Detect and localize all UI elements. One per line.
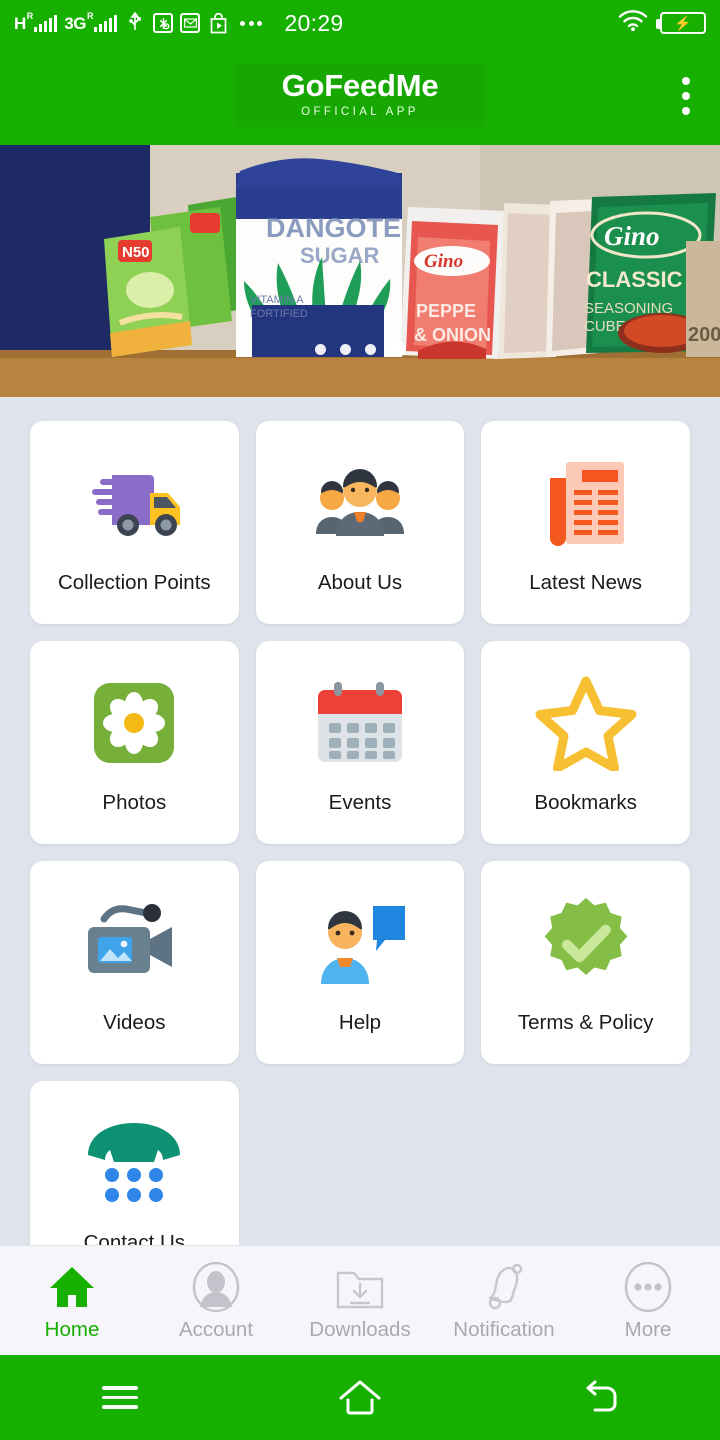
carousel-dot-1[interactable] xyxy=(314,343,326,355)
grid-tile-label: Events xyxy=(328,790,392,814)
grid-tile-about-us[interactable]: About Us xyxy=(255,421,465,624)
status-bar: HR 3G R 20:29 ⚡ xyxy=(0,0,720,46)
grid-tile-label: Collection Points xyxy=(57,570,211,594)
svg-text:Gino: Gino xyxy=(424,251,463,272)
svg-text:FORTIFIED: FORTIFIED xyxy=(250,308,308,320)
network-1-roaming: R xyxy=(26,10,34,21)
overflow-menu-icon[interactable] xyxy=(676,71,696,121)
app-title: GoFeedMe xyxy=(281,68,439,104)
app-subtitle: OFFICIAL APP xyxy=(301,105,419,118)
grid-tile-terms-policy[interactable]: Terms & Policy xyxy=(481,861,690,1064)
play-store-icon xyxy=(207,12,229,34)
promo-banner-carousel[interactable]: N50 DANGOTE SUGAR VITAMIN A FORTIFIED Gi… xyxy=(0,145,720,397)
grid-tile-label: Help xyxy=(338,1010,382,1034)
network-2-label: 3G xyxy=(64,13,86,33)
nav-item-home[interactable]: Home xyxy=(0,1260,144,1342)
svg-text:DANGOTE: DANGOTE xyxy=(266,213,401,243)
grid-tile-label: Bookmarks xyxy=(534,790,637,814)
home-outline-icon[interactable] xyxy=(305,1368,415,1428)
grid-tile-label: Terms & Policy xyxy=(517,1010,654,1034)
newspaper-icon xyxy=(542,451,630,555)
svg-text:CLASSIC: CLASSIC xyxy=(586,267,683,292)
android-system-nav xyxy=(0,1355,720,1440)
person-speech-bubble-icon xyxy=(311,891,409,995)
video-camera-icon xyxy=(82,891,186,995)
carousel-dot-2[interactable] xyxy=(339,343,351,355)
telephone-dialpad-icon xyxy=(82,1111,186,1215)
grid-tile-label: Latest News xyxy=(529,570,643,594)
delivery-truck-icon xyxy=(82,451,186,555)
mail-icon xyxy=(180,13,201,33)
more-dots-icon xyxy=(624,1260,672,1314)
banner-image: N50 DANGOTE SUGAR VITAMIN A FORTIFIED Gi… xyxy=(0,145,720,397)
nav-item-more[interactable]: More xyxy=(576,1260,720,1342)
svg-text:N50: N50 xyxy=(122,244,150,261)
signal-bars-icon xyxy=(33,14,58,32)
nav-item-label: Home xyxy=(44,1317,100,1341)
carousel-dot-3[interactable] xyxy=(364,343,376,355)
nav-item-account[interactable]: Account xyxy=(144,1260,288,1342)
grid-tile-bookmarks[interactable]: Bookmarks xyxy=(481,641,690,844)
network-1-label: H xyxy=(14,13,26,33)
status-bar-left: HR 3G R xyxy=(14,10,263,34)
carousel-dot-4-active[interactable] xyxy=(389,341,406,357)
status-bar-clock: 20:29 xyxy=(284,9,344,36)
home-icon xyxy=(48,1260,96,1314)
flower-photo-icon xyxy=(91,671,177,775)
nav-item-label: Notification xyxy=(453,1317,555,1341)
battery-charging-icon: ⚡ xyxy=(656,12,706,34)
svg-text:VITAMIN A: VITAMIN A xyxy=(250,294,304,306)
app-header: GoFeedMe OFFICIAL APP xyxy=(0,46,720,145)
download-folder-icon xyxy=(335,1260,385,1314)
svg-text:Gino: Gino xyxy=(604,221,660,251)
account-avatar-icon xyxy=(192,1260,240,1314)
menu-grid: Collection Points About Us Latest News P… xyxy=(0,397,720,1284)
grid-tile-latest-news[interactable]: Latest News xyxy=(481,421,690,624)
grid-tile-videos[interactable]: Videos xyxy=(30,861,239,1064)
network-indicator-1: HR xyxy=(14,10,58,33)
svg-text:PEPPE: PEPPE xyxy=(416,301,476,321)
grid-tile-photos[interactable]: Photos xyxy=(30,641,239,844)
nav-item-downloads[interactable]: Downloads xyxy=(288,1260,432,1342)
overflow-dots-icon xyxy=(240,20,263,26)
grid-tile-collection-points[interactable]: Collection Points xyxy=(30,421,239,624)
grid-tile-label: About Us xyxy=(317,570,403,594)
calendar-icon xyxy=(312,671,408,775)
signal-bars-icon xyxy=(93,14,118,32)
nav-item-label: More xyxy=(624,1317,672,1341)
network-2-roaming: R xyxy=(86,10,94,21)
people-group-icon xyxy=(312,451,408,555)
network-indicator-2: 3G R xyxy=(64,10,118,33)
svg-text:SUGAR: SUGAR xyxy=(300,243,380,268)
usb-icon xyxy=(124,12,146,34)
nav-item-label: Downloads xyxy=(309,1317,411,1341)
app-logo: GoFeedMe OFFICIAL APP xyxy=(235,64,485,127)
settings-icon xyxy=(153,13,174,33)
star-icon xyxy=(535,671,637,775)
status-bar-right: ⚡ xyxy=(618,9,706,37)
verified-badge-icon xyxy=(539,891,633,995)
carousel-dots[interactable] xyxy=(0,341,720,357)
bottom-navigation-bar: Home Account Downloads Notification More xyxy=(0,1245,720,1355)
bell-icon xyxy=(481,1260,527,1314)
nav-item-notification[interactable]: Notification xyxy=(432,1260,576,1342)
recent-apps-icon[interactable] xyxy=(65,1368,175,1428)
grid-tile-label: Photos xyxy=(102,790,167,814)
nav-item-label: Account xyxy=(178,1317,254,1341)
back-arrow-icon[interactable] xyxy=(545,1368,655,1428)
wifi-icon xyxy=(618,9,648,37)
grid-tile-label: Videos xyxy=(103,1010,166,1034)
grid-tile-events[interactable]: Events xyxy=(255,641,465,844)
grid-tile-help[interactable]: Help xyxy=(255,861,465,1064)
